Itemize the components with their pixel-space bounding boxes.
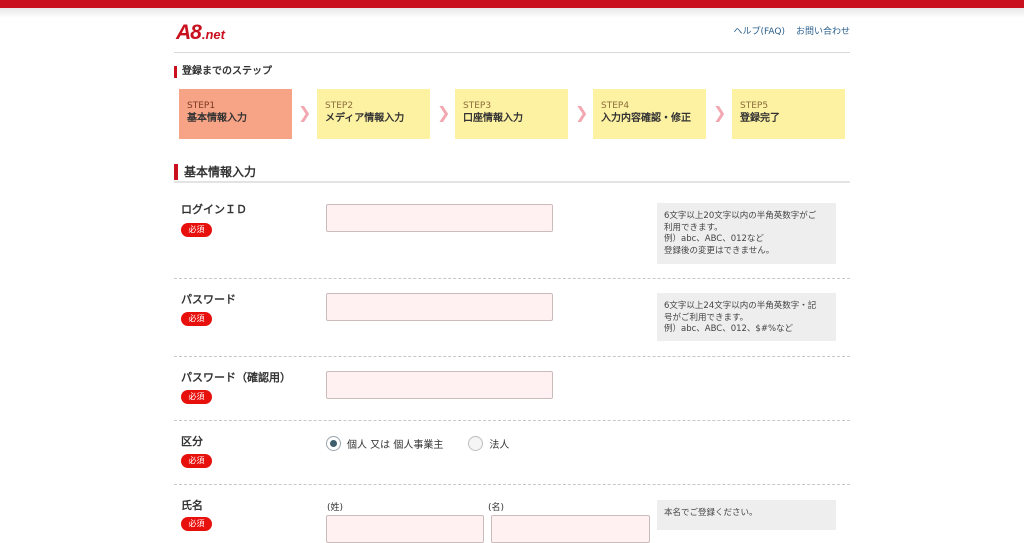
step-4: STEP4 入力内容確認・修正	[593, 89, 706, 139]
password-hint: 6文字以上24文字以内の半角英数字・記 号がご利用できます。 例）abc、ABC…	[657, 293, 836, 341]
step-label: 入力内容確認・修正	[601, 113, 691, 124]
step-label: 口座情報入力	[463, 113, 523, 124]
required-badge: 必須	[181, 223, 212, 237]
hint-line: 号がご利用できます。	[664, 312, 749, 323]
chevron-right-icon: ❯	[575, 103, 589, 122]
step-label: 基本情報入力	[187, 113, 247, 124]
hint-line: 6文字以上20文字以内の半角英数字がご	[664, 211, 817, 221]
row-divider	[174, 484, 850, 485]
steps-title: 登録までのステップ	[174, 66, 272, 78]
a8net-logo[interactable]: A8 .net	[176, 18, 225, 44]
header-links: ヘルプ(FAQ) お問い合わせ	[734, 24, 850, 37]
help-faq-link[interactable]: ヘルプ(FAQ)	[734, 24, 785, 37]
individual-radio[interactable]	[326, 436, 341, 451]
first-name-input[interactable]	[491, 515, 650, 543]
row-divider	[174, 420, 850, 421]
hint-line: 登録後の変更はできません。	[664, 245, 775, 256]
step-1: STEP1 基本情報入力	[179, 89, 292, 139]
contact-link[interactable]: お問い合わせ	[796, 24, 850, 37]
password-confirm-label: パスワード（確認用）	[181, 371, 291, 384]
required-badge: 必須	[181, 517, 212, 531]
step-3: STEP3 口座情報入力	[455, 89, 568, 139]
section-divider	[174, 181, 850, 183]
corporation-radio[interactable]	[468, 436, 484, 451]
required-badge: 必須	[181, 454, 212, 468]
category-radio-group: 個人 又は 個人事業主 法人	[326, 436, 509, 451]
chevron-right-icon: ❯	[298, 103, 312, 122]
last-name-sublabel: (姓)	[327, 503, 344, 513]
login-id-input[interactable]	[326, 204, 553, 232]
step-number: STEP5	[740, 101, 769, 111]
hint-line: 6文字以上24文字以内の半角英数字・記	[664, 301, 817, 311]
step-label: メディア情報入力	[325, 113, 405, 124]
required-badge: 必須	[181, 390, 212, 404]
step-number: STEP4	[601, 101, 630, 111]
step-number: STEP3	[463, 101, 492, 111]
login-id-hint: 6文字以上20文字以内の半角英数字がご 利用できます。 例）abc、ABC、01…	[657, 203, 836, 264]
corporation-radio-label[interactable]: 法人	[489, 436, 509, 451]
logo-main: A8	[176, 21, 202, 44]
chevron-right-icon: ❯	[437, 103, 451, 122]
password-input[interactable]	[326, 293, 553, 321]
login-id-label: ログインＩＤ	[181, 203, 247, 216]
password-label: パスワード	[181, 293, 236, 306]
first-name-sublabel: (名)	[488, 503, 505, 513]
required-badge: 必須	[181, 312, 212, 326]
hint-line: 例）abc、ABC、012、$#%など	[664, 324, 794, 334]
step-progress: STEP1 基本情報入力 ❯ STEP2 メディア情報入力 ❯ STEP3 口座…	[179, 89, 850, 139]
step-number: STEP2	[325, 101, 354, 111]
step-5: STEP5 登録完了	[732, 89, 845, 139]
row-divider	[174, 278, 850, 279]
row-divider	[174, 356, 850, 357]
chevron-right-icon: ❯	[713, 103, 727, 122]
step-2: STEP2 メディア情報入力	[317, 89, 430, 139]
category-label: 区分	[181, 435, 203, 448]
password-confirm-input[interactable]	[326, 371, 553, 399]
logo-sub: .net	[201, 27, 225, 42]
name-hint: 本名でご登録ください。	[657, 500, 836, 530]
header-divider	[174, 52, 850, 53]
name-label: 氏名	[181, 499, 203, 512]
step-label: 登録完了	[740, 113, 780, 124]
hint-line: 利用できます。	[664, 222, 723, 233]
step-number: STEP1	[187, 101, 216, 111]
last-name-input[interactable]	[326, 515, 484, 543]
page-container: A8 .net ヘルプ(FAQ) お問い合わせ 登録までのステップ STEP1 …	[174, 0, 850, 543]
individual-radio-label[interactable]: 個人 又は 個人事業主	[347, 436, 443, 451]
hint-line: 例）abc、ABC、012など	[664, 234, 764, 244]
section-title: 基本情報入力	[174, 164, 256, 180]
